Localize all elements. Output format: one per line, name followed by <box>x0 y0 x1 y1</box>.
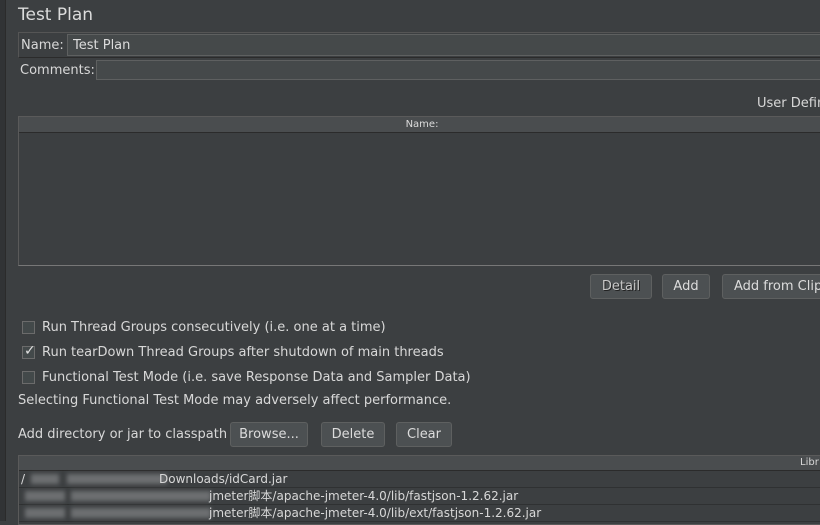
detail-button[interactable]: Detail <box>590 274 652 299</box>
delete-button[interactable]: Delete <box>321 422 385 447</box>
option-label: Functional Test Mode (i.e. save Response… <box>42 369 471 385</box>
library-path: jmeter脚本/apache-jmeter-4.0/lib/ext/fastj… <box>209 506 542 520</box>
redacted-text <box>25 491 65 501</box>
classpath-label: Add directory or jar to classpath <box>18 427 228 442</box>
library-path: Downloads/idCard.jar <box>159 472 288 486</box>
classpath-library-table[interactable]: Libr / Downloads/idCard.jar jmeter脚本/apa… <box>18 455 820 525</box>
redacted-text <box>31 474 59 484</box>
option-label: Run tearDown Thread Groups after shutdow… <box>42 344 444 360</box>
redacted-text <box>71 491 211 501</box>
table-row[interactable]: jmeter脚本/apache-jmeter-4.0/lib/fastjson-… <box>19 488 820 505</box>
redacted-text <box>67 474 167 484</box>
left-panel-edge <box>0 0 6 521</box>
checkmark-icon: ✓ <box>24 342 36 359</box>
user-defined-variables-table[interactable]: Name: <box>18 116 820 266</box>
functional-mode-warning: Selecting Functional Test Mode may adver… <box>18 393 452 408</box>
column-header-name[interactable]: Name: <box>19 117 820 133</box>
option-run-teardown[interactable]: ✓ Run tearDown Thread Groups after shutd… <box>22 343 444 361</box>
checkbox[interactable] <box>22 320 35 334</box>
checkbox[interactable] <box>22 370 35 384</box>
column-header-library[interactable]: Libr <box>19 456 820 471</box>
redacted-text <box>25 508 65 518</box>
name-label: Name: <box>21 38 64 53</box>
redacted-text <box>71 508 211 518</box>
user-defined-variables-label: User Defin <box>757 96 820 111</box>
browse-button[interactable]: Browse... <box>230 422 308 447</box>
add-button[interactable]: Add <box>662 274 710 299</box>
page-title: Test Plan <box>18 5 94 25</box>
clear-button[interactable]: Clear <box>396 422 452 447</box>
name-input[interactable] <box>67 34 820 56</box>
table-row[interactable]: jmeter脚本/apache-jmeter-4.0/lib/ext/fastj… <box>19 505 820 522</box>
table-row[interactable]: / Downloads/idCard.jar <box>19 471 820 488</box>
add-from-clipboard-button[interactable]: Add from Clip <box>722 274 820 299</box>
option-functional-test-mode[interactable]: Functional Test Mode (i.e. save Response… <box>22 368 471 386</box>
option-run-consecutively[interactable]: Run Thread Groups consecutively (i.e. on… <box>22 318 386 336</box>
comments-label: Comments: <box>20 63 95 78</box>
checkbox[interactable]: ✓ <box>22 342 36 359</box>
name-row: Name: <box>18 32 820 58</box>
path-prefix: / <box>21 472 26 486</box>
option-label: Run Thread Groups consecutively (i.e. on… <box>42 319 386 335</box>
library-path: jmeter脚本/apache-jmeter-4.0/lib/fastjson-… <box>209 489 519 503</box>
comments-input[interactable] <box>96 60 820 80</box>
